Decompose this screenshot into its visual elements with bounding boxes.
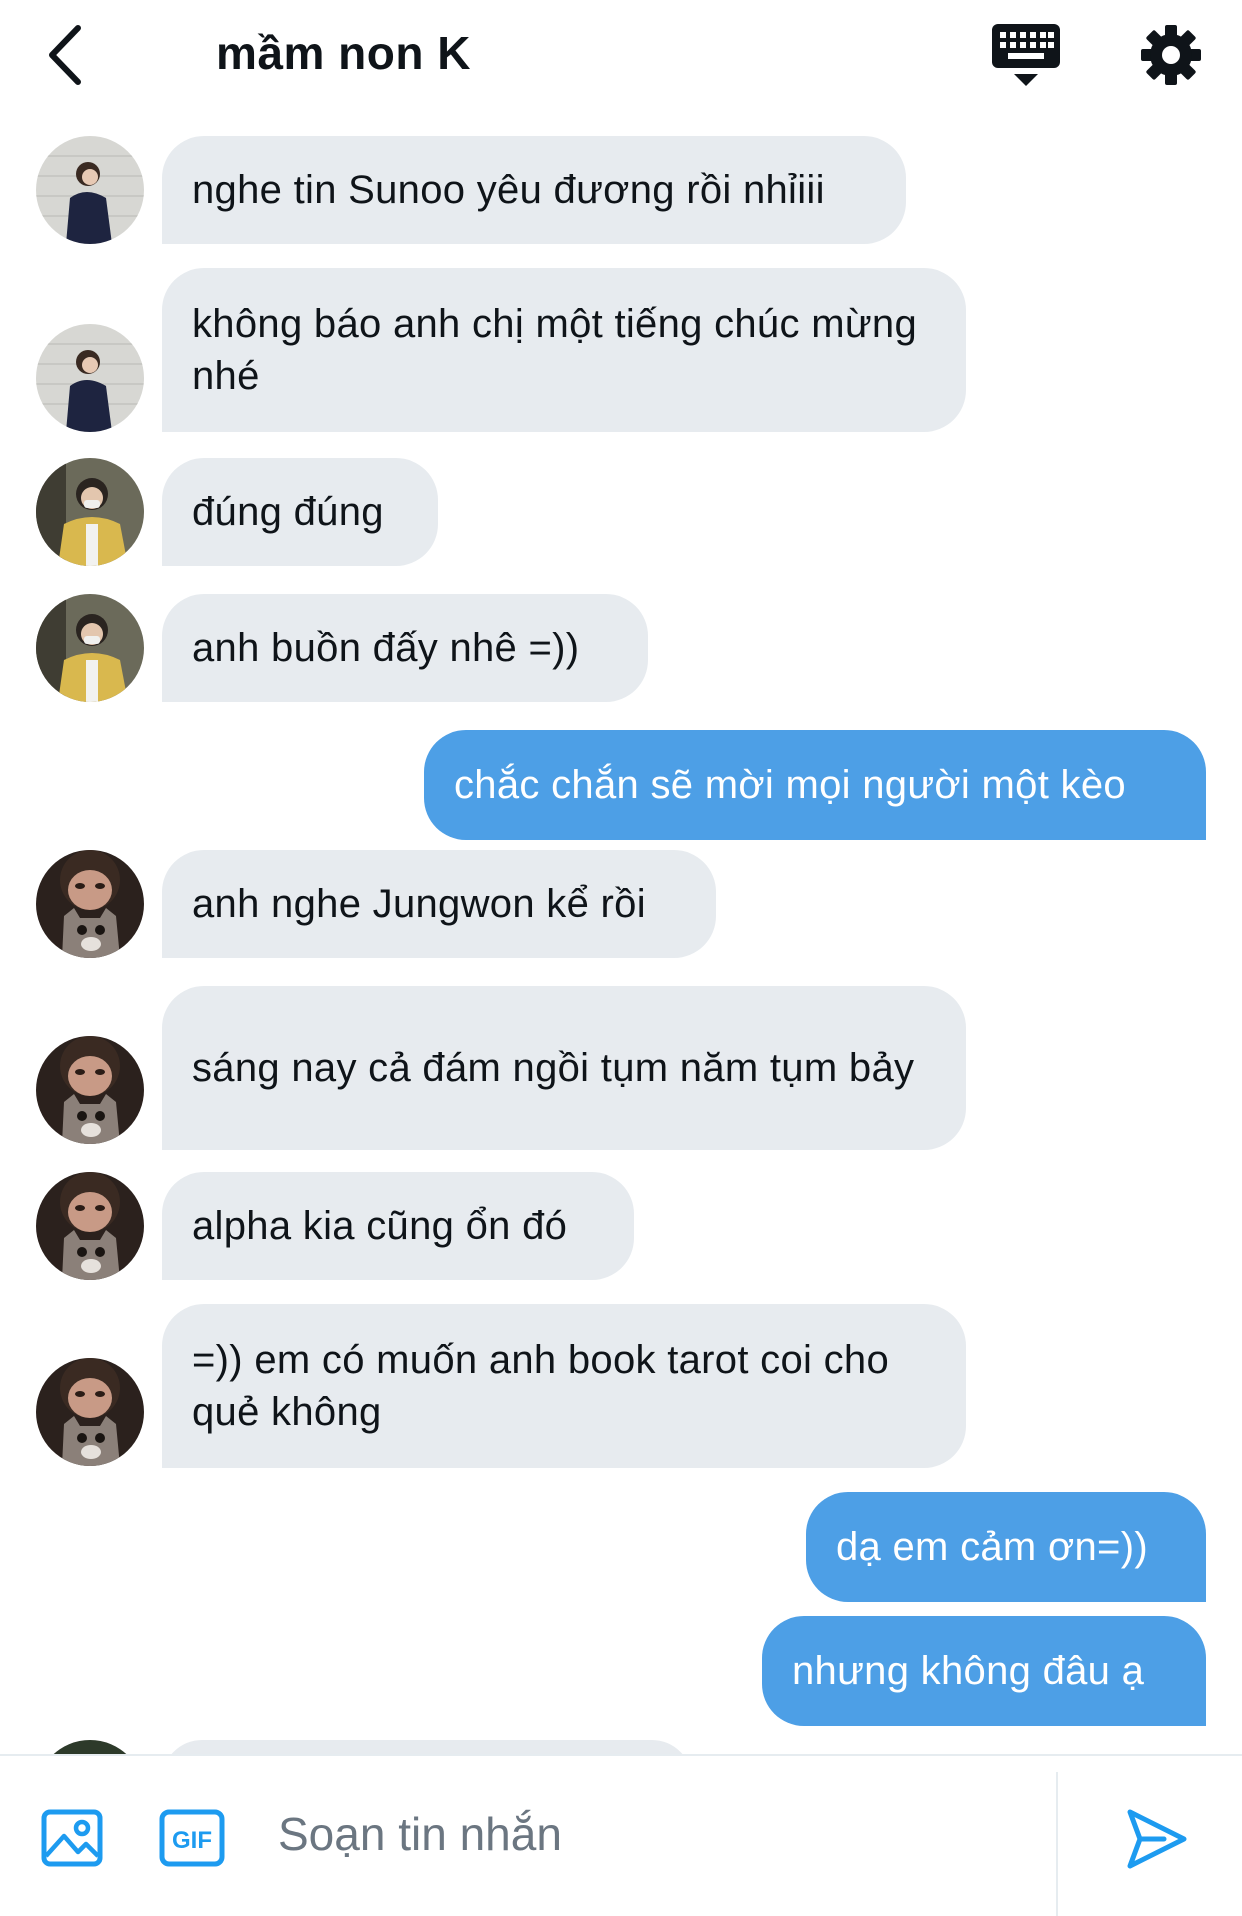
message-bubble[interactable]: anh nghe Jungwon kể rồi (162, 850, 716, 958)
message-bubble[interactable]: không báo anh chị một tiếng chúc mừng nh… (162, 268, 966, 432)
avatar-boy-kitten[interactable] (36, 1036, 144, 1144)
message-bubble[interactable]: anh buồn đấy nhê =)) (162, 594, 648, 702)
message-composer: GIF Soạn tin nhắn (0, 1754, 1242, 1916)
message-text: nhưng không đâu ạ (792, 1649, 1145, 1693)
gear-icon[interactable] (1138, 22, 1204, 88)
message-text: anh buồn đấy nhê =)) (192, 626, 580, 670)
message-text: sáng nay cả đám ngồi tụm năm tụm bảy (192, 1046, 915, 1090)
message-bubble-outgoing[interactable]: chắc chắn sẽ mời mọi người một kèo (424, 730, 1206, 840)
send-icon[interactable] (1124, 1806, 1190, 1872)
avatar-boy-yellow-jacket[interactable] (36, 458, 144, 566)
image-icon[interactable] (40, 1806, 104, 1870)
message-list[interactable]: nghe tin Sunoo yêu đương rồi nhỉiii khôn… (0, 118, 1242, 1754)
message-text: chắc chắn sẽ mời mọi người một kèo (454, 763, 1126, 807)
avatar-boy-kitten[interactable] (36, 1358, 144, 1466)
message-bubble[interactable]: đúng đúng (162, 458, 438, 566)
message-input[interactable]: Soạn tin nhắn (278, 1804, 562, 1864)
avatar-girl-white-wall[interactable] (36, 324, 144, 432)
message-text: dạ em cảm ơn=)) (836, 1525, 1148, 1569)
avatar-boy-kitten[interactable] (36, 1172, 144, 1280)
message-bubble[interactable]: nghe tin Sunoo yêu đương rồi nhỉiii (162, 136, 906, 244)
avatar-boy-yellow-jacket[interactable] (36, 594, 144, 702)
message-bubble-outgoing[interactable]: nhưng không đâu ạ (762, 1616, 1206, 1726)
keyboard-icon[interactable] (988, 20, 1064, 90)
back-chevron-icon[interactable] (38, 20, 94, 90)
message-bubble[interactable]: alpha kia cũng ổn đó (162, 1172, 634, 1280)
message-bubble-outgoing[interactable]: dạ em cảm ơn=)) (806, 1492, 1206, 1602)
message-text: không báo anh chị một tiếng chúc mừng nh… (192, 302, 917, 398)
composer-divider (1056, 1772, 1058, 1916)
message-text: anh nghe Jungwon kể rồi (192, 882, 646, 926)
avatar-partial[interactable] (36, 1740, 144, 1754)
message-bubble-partial[interactable] (162, 1740, 692, 1754)
message-text: alpha kia cũng ổn đó (192, 1204, 568, 1248)
message-text: đúng đúng (192, 490, 384, 534)
avatar-boy-kitten[interactable] (36, 850, 144, 958)
conversation-title[interactable]: mầm non K (216, 20, 471, 86)
gif-icon[interactable]: GIF (158, 1806, 226, 1870)
gif-label: GIF (172, 1827, 212, 1854)
message-text: =)) em có muốn anh book tarot coi cho qu… (192, 1338, 890, 1434)
chat-header: mầm non K (0, 0, 1242, 118)
avatar-girl-white-wall[interactable] (36, 136, 144, 244)
message-text: nghe tin Sunoo yêu đương rồi nhỉiii (192, 168, 825, 212)
message-bubble[interactable]: sáng nay cả đám ngồi tụm năm tụm bảy (162, 986, 966, 1150)
message-bubble[interactable]: =)) em có muốn anh book tarot coi cho qu… (162, 1304, 966, 1468)
